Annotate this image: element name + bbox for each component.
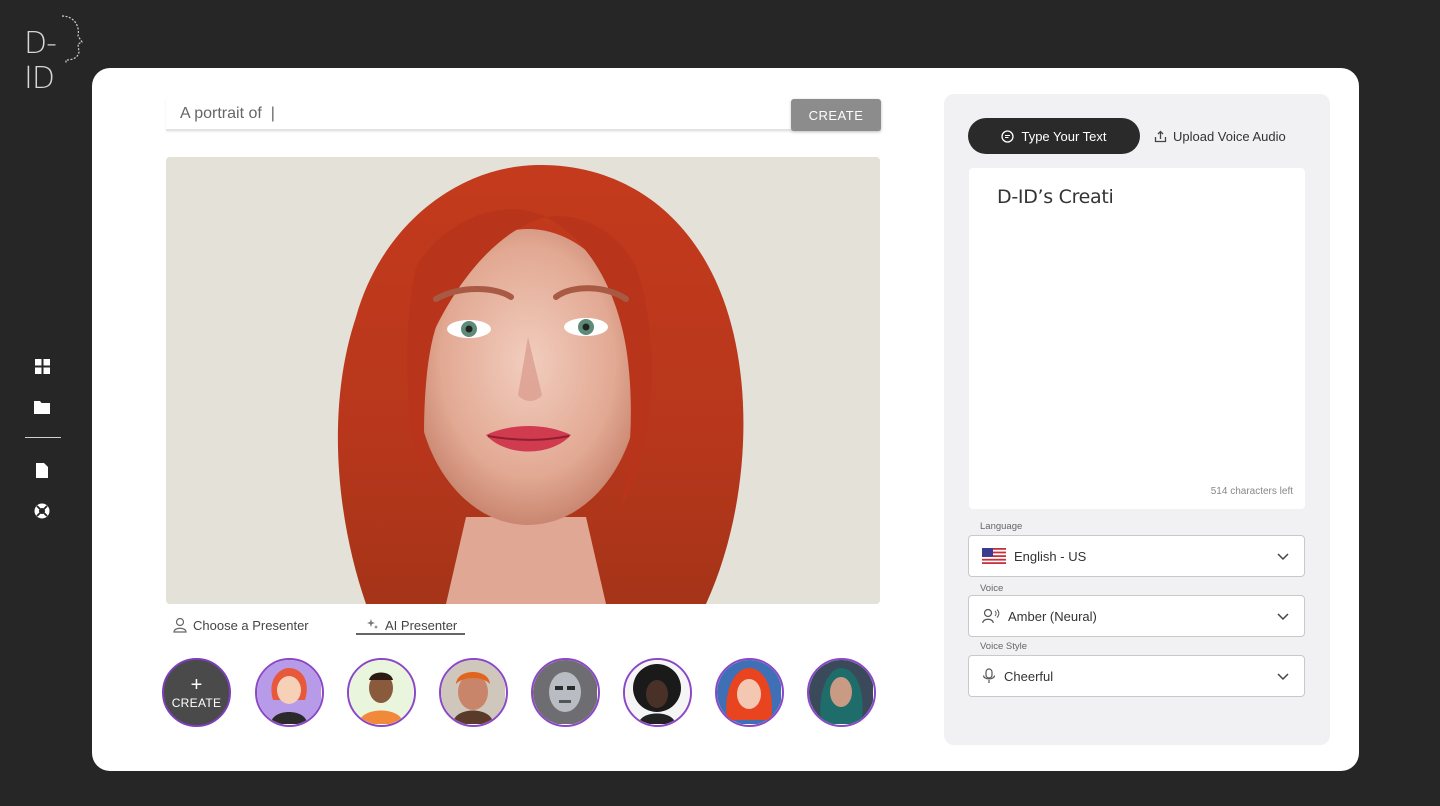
sparkle-icon — [367, 619, 378, 629]
voice-select[interactable]: Amber (Neural) — [968, 595, 1305, 637]
voice-style-label: Voice Style — [980, 641, 1027, 652]
avatar-fantasy-woman[interactable] — [807, 658, 876, 727]
us-flag-icon — [982, 548, 1006, 564]
language-select[interactable]: English - US — [968, 535, 1305, 577]
tab-choose-presenter[interactable]: Choose a Presenter — [173, 613, 309, 637]
tab-upload-voice-audio-label: Upload Voice Audio — [1173, 128, 1286, 144]
tab-choose-presenter-label: Choose a Presenter — [193, 617, 309, 633]
script-textarea[interactable]: D-ID’s Creati 514 characters left — [969, 168, 1305, 509]
avatar-redhead-girl[interactable] — [715, 658, 784, 727]
left-rail — [0, 0, 90, 806]
microphone-icon — [982, 668, 996, 683]
tab-upload-voice-audio[interactable]: Upload Voice Audio — [1154, 118, 1304, 154]
script-text[interactable]: D-ID’s Creati — [997, 186, 1114, 208]
characters-left: 514 characters left — [1210, 486, 1293, 497]
chevron-down-icon — [1277, 613, 1289, 621]
tab-type-your-text-label: Type Your Text — [1021, 128, 1107, 144]
grid-icon[interactable] — [33, 357, 51, 375]
presenter-preview-image — [166, 157, 880, 604]
active-tab-underline — [356, 633, 465, 635]
voice-style-select[interactable]: Cheerful — [968, 655, 1305, 697]
folder-icon[interactable] — [33, 398, 51, 416]
language-value: English - US — [1014, 548, 1087, 564]
prompt-bar — [166, 99, 881, 131]
rail-divider — [25, 437, 61, 438]
avatar-orange-hair-man[interactable] — [439, 658, 508, 727]
help-lifebuoy-icon[interactable] — [33, 502, 51, 520]
tab-ai-presenter-label: AI Presenter — [385, 617, 458, 633]
presenter-avatar-row: + CREATE — [161, 658, 881, 728]
chat-bubble-icon — [1001, 129, 1015, 143]
speaker-person-icon — [982, 608, 1000, 624]
language-label: Language — [980, 521, 1023, 532]
document-icon[interactable] — [33, 461, 51, 479]
avatar-cartoon-redhead[interactable] — [255, 658, 324, 727]
chevron-down-icon — [1277, 673, 1289, 681]
voice-style-value: Cheerful — [1004, 668, 1054, 684]
create-button[interactable]: CREATE — [791, 99, 881, 131]
plus-icon: + — [190, 673, 203, 696]
voice-value: Amber (Neural) — [1008, 608, 1097, 624]
text-voice-panel: Type Your Text Upload Voice Audio D-ID’s… — [944, 94, 1330, 745]
upload-icon — [1154, 130, 1167, 142]
chevron-down-icon — [1277, 553, 1289, 561]
avatar-robot[interactable] — [531, 658, 600, 727]
create-avatar-button[interactable]: + CREATE — [162, 658, 231, 727]
tab-type-your-text[interactable]: Type Your Text — [968, 118, 1140, 154]
avatar-woman-afro[interactable] — [623, 658, 692, 727]
create-avatar-label: CREATE — [171, 695, 222, 710]
voice-label: Voice — [980, 583, 1004, 594]
main-card: CREATE — [92, 68, 1359, 771]
prompt-input[interactable] — [166, 105, 766, 123]
person-icon — [173, 617, 187, 633]
avatar-cartoon-man[interactable] — [347, 658, 416, 727]
